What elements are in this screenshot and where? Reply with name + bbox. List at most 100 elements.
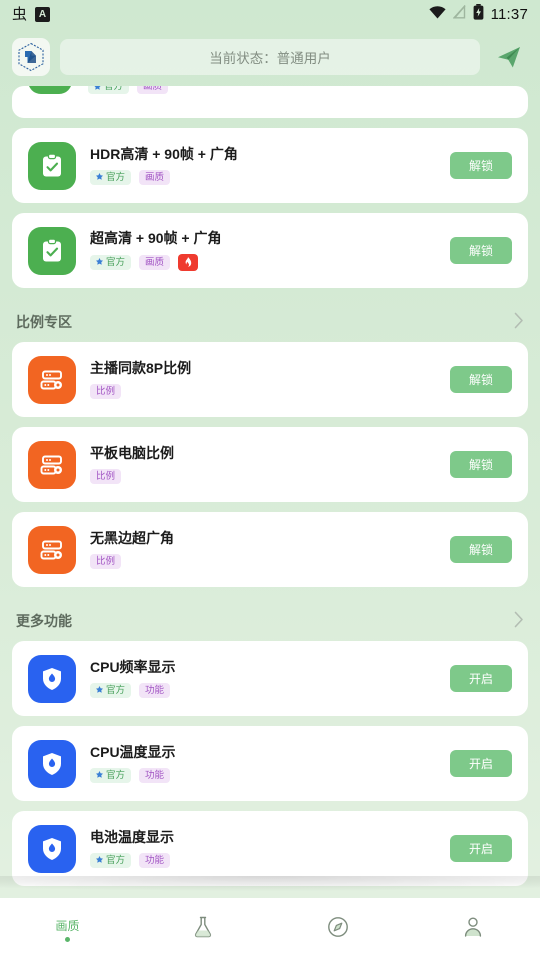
- list-item-info: CPU温度显示 官方 功能: [90, 744, 450, 783]
- shield-drop-icon: [28, 654, 76, 703]
- list-item[interactable]: 平板电脑比例 比例 解锁: [12, 427, 528, 502]
- badge-ratio: 比例: [90, 384, 122, 399]
- list-item[interactable]: 超高清 + 90帧 + 广角 官方 画质 解锁: [12, 213, 528, 288]
- list-item-badges: 比例: [90, 384, 450, 399]
- badge-hot: [178, 253, 199, 271]
- list-item-title: 电池温度显示: [90, 829, 174, 846]
- badge-official: 官方: [90, 853, 132, 868]
- badge-official-text: 官方: [106, 854, 126, 866]
- bug-glyph-icon: 虫: [12, 4, 28, 23]
- server-ratio-icon: [28, 355, 76, 404]
- partial-list-item[interactable]: 官方 画质: [12, 86, 528, 118]
- enable-button[interactable]: 开启: [450, 835, 512, 862]
- badge-official-text: 官方: [106, 171, 126, 183]
- list-item-title: CPU频率显示: [90, 659, 176, 676]
- list-item-info: CPU频率显示 官方 功能: [90, 659, 450, 698]
- status-bar-left: 虫 A: [12, 4, 51, 23]
- list-item[interactable]: CPU频率显示 官方 功能 开启: [12, 641, 528, 716]
- badge-official: 官方: [90, 768, 132, 783]
- list-item-info: 电池温度显示 官方 功能: [90, 829, 450, 868]
- shield-drop-icon: [28, 824, 76, 873]
- badge-quality: 画质: [137, 86, 169, 94]
- list-item-badges: 官方 功能: [90, 853, 450, 868]
- badge-feature: 功能: [139, 768, 171, 783]
- list-item[interactable]: HDR高清 + 90帧 + 广角 官方 画质 解锁: [12, 128, 528, 203]
- status-bar-right: 11:37: [428, 4, 528, 24]
- badge-feature: 功能: [139, 853, 171, 868]
- boxed-a-icon: A: [35, 6, 51, 22]
- section-title: 更多功能: [16, 613, 72, 629]
- list-item-badges: 官方 功能: [90, 683, 450, 698]
- flask-icon: [191, 915, 215, 944]
- send-plane-icon[interactable]: [490, 38, 528, 76]
- badge-official-text: 官方: [106, 256, 126, 268]
- server-ratio-icon: [28, 440, 76, 489]
- signal-off-icon: [451, 4, 466, 23]
- list-item-info: HDR高清 + 90帧 + 广角 官方 画质: [90, 146, 450, 185]
- chevron-right-icon[interactable]: [514, 611, 524, 631]
- list-item[interactable]: 无黑边超广角 比例 解锁: [12, 512, 528, 587]
- list-item-title: 主播同款8P比例: [90, 360, 192, 377]
- app-hexagon-logo[interactable]: [12, 38, 50, 76]
- badge-official: 官方: [90, 170, 132, 185]
- app-header: 当前状态：普通用户: [0, 28, 540, 86]
- badge-ratio: 比例: [90, 554, 122, 569]
- official-mark-icon: [96, 173, 103, 181]
- enable-button[interactable]: 开启: [450, 750, 512, 777]
- clipboard-check-icon: [28, 86, 72, 94]
- unlock-button[interactable]: 解锁: [450, 152, 512, 179]
- badge-official-text: 官方: [104, 86, 124, 92]
- badge-feature: 功能: [139, 683, 171, 698]
- list-item[interactable]: CPU温度显示 官方 功能 开启: [12, 726, 528, 801]
- unlock-button[interactable]: 解锁: [450, 366, 512, 393]
- app-root: 虫 A 11:37 当前状态：普通用户 官方 画质 HDR高清 + 90帧 + …: [0, 0, 540, 960]
- list-item-info: 平板电脑比例 比例: [90, 445, 450, 484]
- badge-official-text: 官方: [106, 684, 126, 696]
- clock-time: 11:37: [490, 5, 528, 23]
- badge-quality: 画质: [139, 170, 171, 185]
- nav-tab-discover[interactable]: [270, 898, 405, 960]
- section-header-more[interactable]: 更多功能: [12, 597, 528, 641]
- chevron-right-icon[interactable]: [514, 312, 524, 332]
- fire-icon: [185, 256, 192, 267]
- list-item-title: 超高清 + 90帧 + 广角: [90, 230, 222, 247]
- badge-quality: 画质: [139, 255, 171, 270]
- list-item-title: 平板电脑比例: [90, 445, 174, 462]
- content-scroll-area[interactable]: 官方 画质 HDR高清 + 90帧 + 广角 官方 画质 解锁 超高清 + 90…: [0, 86, 540, 898]
- official-mark-icon: [96, 258, 103, 266]
- status-bar: 虫 A 11:37: [0, 0, 540, 28]
- badge-official-text: 官方: [106, 769, 126, 781]
- nav-tab-quality[interactable]: 画质: [0, 898, 135, 960]
- bottom-navigation: 画质: [0, 898, 540, 960]
- list-item-badges: 官方 功能: [90, 768, 450, 783]
- active-indicator-dot: [65, 936, 70, 942]
- status-search-bar[interactable]: 当前状态：普通用户: [60, 39, 480, 75]
- list-item-badges: 官方 画质: [90, 170, 450, 185]
- badge-ratio: 比例: [90, 469, 122, 484]
- badge-official: 官方: [88, 86, 130, 94]
- partial-item-inner: 官方 画质: [12, 86, 528, 108]
- unlock-button[interactable]: 解锁: [450, 536, 512, 563]
- official-mark-icon: [94, 86, 101, 90]
- badge-official: 官方: [90, 255, 132, 270]
- unlock-button[interactable]: 解锁: [450, 451, 512, 478]
- list-item-title: HDR高清 + 90帧 + 广角: [90, 146, 238, 163]
- clipboard-check-icon: [28, 226, 76, 275]
- list-item[interactable]: 电池温度显示 官方 功能 开启: [12, 811, 528, 886]
- person-icon: [461, 915, 485, 944]
- list-item[interactable]: 主播同款8P比例 比例 解锁: [12, 342, 528, 417]
- official-mark-icon: [96, 856, 103, 864]
- clipboard-check-icon: [28, 141, 76, 190]
- nav-tab-lab[interactable]: [135, 898, 270, 960]
- wifi-icon: [428, 5, 446, 23]
- compass-icon: [326, 915, 350, 944]
- official-mark-icon: [96, 771, 103, 779]
- unlock-button[interactable]: 解锁: [450, 237, 512, 264]
- nav-tab-profile[interactable]: [405, 898, 540, 960]
- section-header-ratio[interactable]: 比例专区: [12, 298, 528, 342]
- battery-charging-icon: [473, 4, 484, 24]
- enable-button[interactable]: 开启: [450, 665, 512, 692]
- list-item-badges: 比例: [90, 469, 450, 484]
- server-ratio-icon: [28, 525, 76, 574]
- list-item-info: 主播同款8P比例 比例: [90, 360, 450, 399]
